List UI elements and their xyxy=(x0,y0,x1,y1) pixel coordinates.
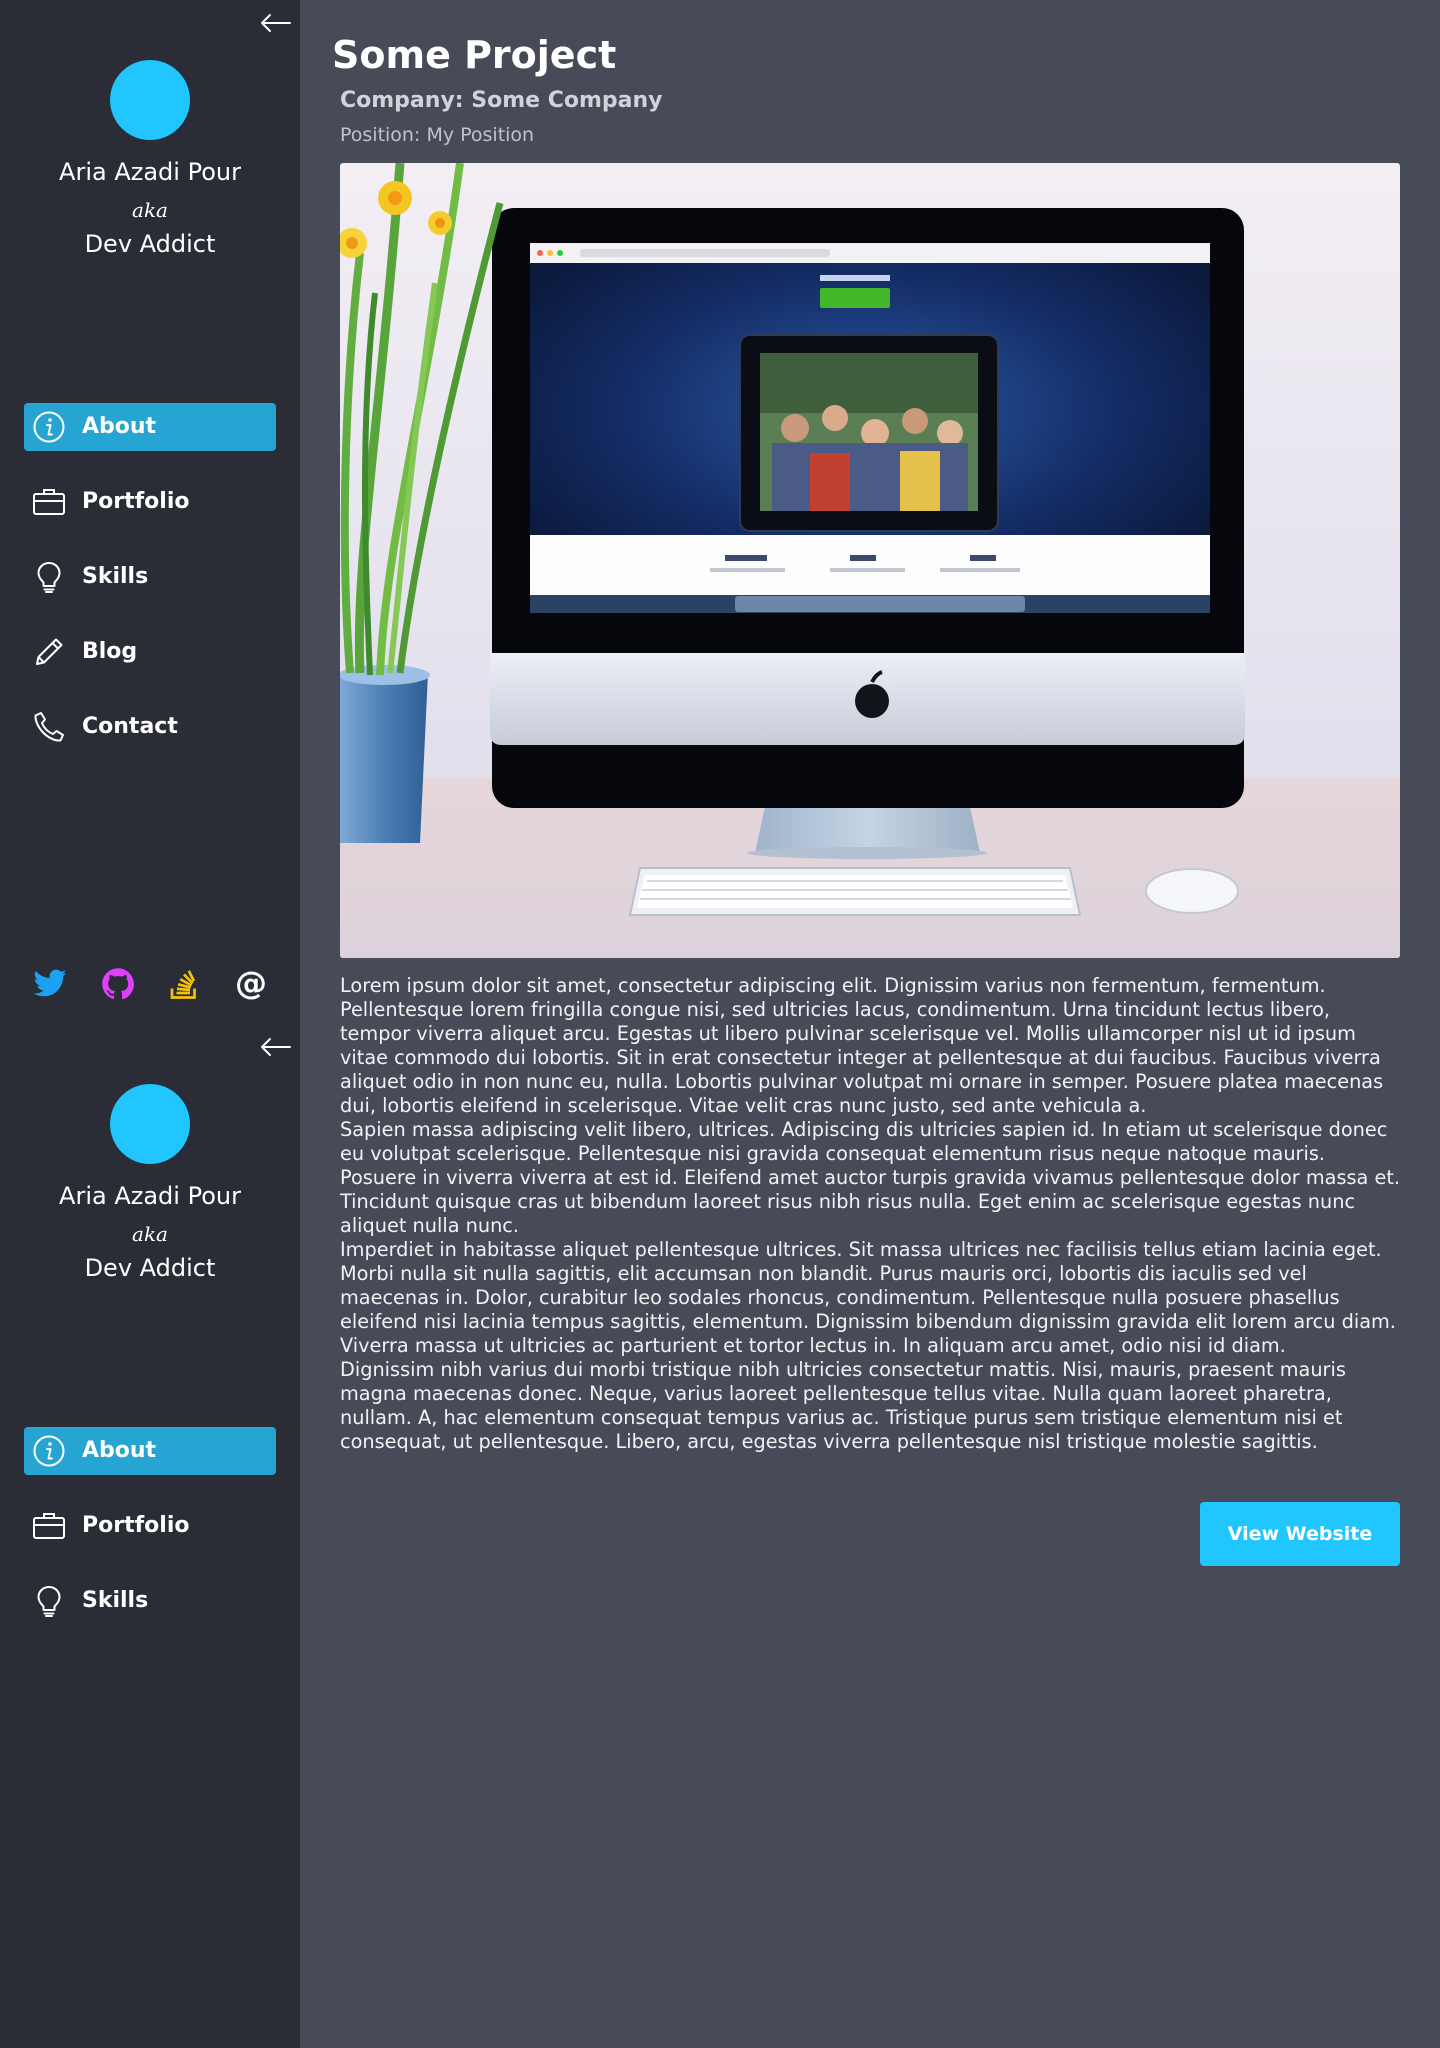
profile-alias: Dev Addict xyxy=(84,1254,216,1282)
stackoverflow-icon xyxy=(170,970,196,999)
description-paragraph: Dignissim nibh varius dui morbi tristiqu… xyxy=(340,1358,1346,1453)
nav-item-blog[interactable]: Blog xyxy=(24,628,276,676)
description-paragraph: Sapien massa adipiscing velit libero, ul… xyxy=(340,1118,1401,1237)
avatar xyxy=(110,60,190,140)
profile-name: Aria Azadi Pour xyxy=(59,158,241,186)
info-icon xyxy=(33,411,65,443)
sidebar: Aria Azadi Pour aka Dev Addict About Por… xyxy=(0,0,300,1024)
avatar xyxy=(110,1084,190,1164)
profile-aka: aka xyxy=(132,198,168,222)
nav-item-portfolio[interactable]: Portfolio xyxy=(24,478,276,526)
project-description: Lorem ipsum dolor sit amet, consectetur … xyxy=(340,974,1402,1454)
company-value: Some Company xyxy=(471,88,663,113)
nav-label: Skills xyxy=(82,1588,149,1613)
twitter-link[interactable] xyxy=(32,966,68,1002)
github-icon xyxy=(102,968,134,1000)
nav-label: About xyxy=(82,414,157,439)
nav-label: Portfolio xyxy=(82,489,190,514)
stackoverflow-link[interactable] xyxy=(166,966,202,1002)
company-label: Company: xyxy=(340,88,464,113)
nav-item-about[interactable]: About xyxy=(24,1427,276,1475)
nav-label: Skills xyxy=(82,564,149,589)
desktop-computer-photo xyxy=(340,163,1400,958)
arrow-left-icon xyxy=(261,14,291,32)
project-image xyxy=(340,163,1400,958)
collapse-sidebar-button[interactable] xyxy=(258,1034,292,1060)
nav-item-skills[interactable]: Skills xyxy=(24,1577,276,1625)
arrow-left-icon xyxy=(261,1038,291,1056)
github-link[interactable] xyxy=(100,966,136,1002)
position-value: My Position xyxy=(426,124,535,146)
sidebar: Aria Azadi Pour aka Dev Addict About Por… xyxy=(0,1024,300,2048)
twitter-icon xyxy=(33,969,67,997)
view-website-button[interactable]: View Website xyxy=(1200,1502,1400,1566)
briefcase-icon xyxy=(33,1513,65,1539)
description-paragraph: Lorem ipsum dolor sit amet, consectetur … xyxy=(340,974,1384,1117)
lightbulb-icon xyxy=(37,1586,61,1617)
profile-alias: Dev Addict xyxy=(84,230,216,258)
nav-label: About xyxy=(82,1438,157,1463)
briefcase-icon xyxy=(33,489,65,515)
lightbulb-icon xyxy=(37,562,61,593)
nav-label: Portfolio xyxy=(82,1513,190,1538)
nav-label: Blog xyxy=(82,639,138,664)
nav-label: Contact xyxy=(82,714,178,739)
position-label: Position: xyxy=(340,124,421,146)
phone-icon xyxy=(34,712,64,742)
profile-aka: aka xyxy=(132,1222,168,1246)
collapse-sidebar-button[interactable] xyxy=(258,10,292,36)
email-icon: @ xyxy=(235,964,267,1002)
project-company: Company: Some Company xyxy=(340,88,663,113)
nav-item-contact[interactable]: Contact xyxy=(24,703,276,751)
description-paragraph: Imperdiet in habitasse aliquet pellentes… xyxy=(340,1238,1396,1357)
project-position: Position: My Position xyxy=(340,124,534,146)
nav-item-portfolio[interactable]: Portfolio xyxy=(24,1502,276,1550)
nav-item-skills[interactable]: Skills xyxy=(24,553,276,601)
profile-name: Aria Azadi Pour xyxy=(59,1182,241,1210)
pencil-icon xyxy=(36,638,63,665)
info-icon xyxy=(33,1435,65,1467)
email-link[interactable]: @ xyxy=(233,966,269,1002)
project-detail: Some Project Company: Some Company Posit… xyxy=(300,0,1440,1598)
nav-item-about[interactable]: About xyxy=(24,403,276,451)
project-title: Some Project xyxy=(332,33,617,77)
social-links: @ xyxy=(0,966,300,1006)
